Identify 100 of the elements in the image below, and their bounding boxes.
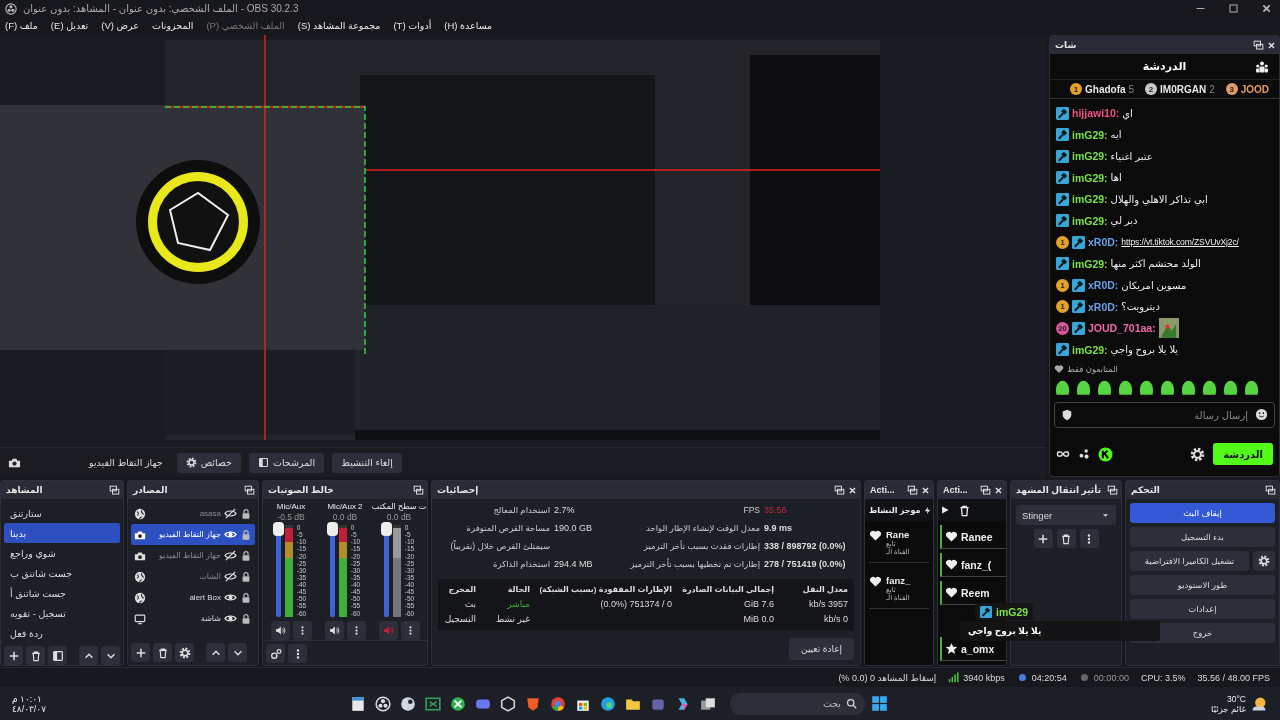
message-text: ايه — [1110, 129, 1122, 141]
table-cell-text: 0 kb/s — [822, 614, 848, 624]
leader-count: 5 — [1128, 83, 1135, 95]
table-cell-text: 7.6 GiB — [742, 599, 774, 609]
channel-name: Mic/Aux — [276, 502, 306, 511]
stat-value: 338 / 898792 (0.0%) — [764, 540, 846, 553]
clock-time: ١٠:٠١ م — [12, 693, 42, 704]
source-name: asasa — [198, 509, 221, 518]
message-text: اي — [1122, 107, 1133, 119]
scene-item[interactable]: تسجيل - تقويه — [4, 603, 120, 623]
menu-item[interactable]: أدوات (T) — [393, 19, 432, 31]
message-text: ديترويت؟ — [1121, 301, 1160, 313]
toolbar-button[interactable]: إلغاء التنشيط — [332, 452, 402, 473]
alert-name: Ranee — [961, 530, 993, 543]
selected-source-name: جهاز التقاط الفيديو — [89, 457, 163, 468]
source-item[interactable]: asasa — [131, 503, 255, 524]
volume-reading: 0.0 dB — [332, 512, 358, 522]
message-field[interactable]: إرسال رسالة — [1054, 402, 1275, 428]
transition-dropdown[interactable]: Stinger — [1016, 505, 1116, 525]
control-button[interactable]: تشغيل الكاميرا الافتراضية — [1130, 551, 1249, 571]
message-text: ابي تذاكر الاهلي والهلال — [1110, 193, 1208, 205]
message-text: مسوين امريكان — [1121, 279, 1187, 291]
stat-label: FPS — [742, 504, 760, 517]
chat-username[interactable]: imG29: — [1072, 343, 1108, 356]
menu-item[interactable]: ملف (F) — [5, 19, 38, 31]
stat-value: 278 / 751419 (0.0%) — [764, 558, 846, 571]
control-button[interactable]: إعدادات — [1130, 599, 1275, 619]
scene-item[interactable]: بدينا — [4, 523, 120, 543]
chat-username[interactable]: xR0D: — [1088, 300, 1119, 313]
leader-name: IM0RGAN — [1160, 83, 1207, 95]
dock-title: المصادر — [133, 485, 169, 495]
source-name: جهاز التقاط الفيديو — [157, 551, 221, 560]
chat-title: الدردشة — [1142, 60, 1187, 73]
column-header: معدل النقل — [801, 585, 848, 594]
leader-count: 2 — [1209, 83, 1215, 95]
control-button[interactable]: إيقاف البث — [1130, 503, 1275, 523]
chat-username[interactable]: imG29: — [1072, 193, 1108, 206]
control-button[interactable]: طور الاستوديو — [1130, 575, 1275, 595]
dock-title: إحصائيات — [437, 485, 480, 495]
menu-item[interactable]: مساعدة (H) — [444, 19, 493, 31]
scene-item[interactable]: جست شاتنق أ — [4, 583, 120, 603]
source-item[interactable]: جهاز التقاط الفيديو — [131, 545, 255, 566]
properties-button[interactable]: خصائص — [176, 452, 241, 473]
table-cell: التسجيل — [444, 614, 476, 624]
chat-username[interactable]: xR0D: — [1088, 279, 1119, 292]
message-text: يلا يلا بروح واجي — [1110, 344, 1179, 356]
message-text: دبر لي — [1110, 215, 1138, 227]
scene-item[interactable]: شوي وراجع — [4, 543, 120, 563]
dock-title: شات — [1055, 40, 1078, 50]
stat-value: 9.9 ms — [764, 522, 793, 535]
channel-name: Mic/Aux 2 — [327, 502, 363, 511]
chat-username[interactable]: hijjawi10: — [1072, 107, 1120, 120]
chat-username[interactable]: xR0D: — [1088, 236, 1119, 249]
followers-only-label: المتابعون فقط — [1067, 364, 1118, 374]
stat-label: سيمتلئ القرص خلال (تقريباً) — [449, 540, 550, 553]
source-item[interactable]: شاشة — [131, 608, 255, 629]
source-item[interactable]: الشات — [131, 566, 255, 587]
stat-label: إطارات فقدت بسبب تأخر الترميز — [642, 540, 760, 553]
source-item[interactable]: جهاز التقاط الفيديو — [131, 524, 255, 545]
popup-username: imG29 — [975, 603, 1034, 620]
stat-value: 190.0 GB — [554, 522, 593, 535]
window-title: الملف الشخصي: بدون عنوان - المشاهد: بدون عنوان - OBS 30.2.3 — [23, 3, 300, 14]
alert-name: a_omx — [961, 642, 995, 655]
dock-title: التحكم — [1131, 485, 1161, 495]
chat-username[interactable]: imG29: — [1072, 171, 1108, 184]
column-header: الحالة — [506, 585, 530, 594]
chat-button[interactable]: الدردشة — [1213, 443, 1273, 465]
search-field[interactable]: بحث — [730, 692, 865, 715]
table-cell-text: 0 / 751374 (0.0%) — [599, 599, 672, 609]
chat-username[interactable]: imG29: — [1072, 257, 1108, 270]
message-text: اها — [1110, 172, 1122, 184]
filters-button[interactable]: المرشحات — [248, 452, 325, 473]
table-cell-text: مباشر — [506, 599, 530, 609]
alert-name: fanz_( — [961, 558, 992, 571]
source-name: شاشة — [199, 614, 221, 623]
stat-value: 35.56 — [764, 504, 787, 517]
feed-title: موجز النشاط — [869, 505, 921, 515]
chat-username[interactable]: imG29: — [1072, 128, 1108, 141]
reset-button[interactable]: إعادة تعيين — [789, 638, 854, 660]
status-text: إسقاط المشاهد 0 (0.0 %) — [838, 672, 937, 683]
menu-item[interactable]: المحزونات — [151, 19, 194, 31]
rank-badge: 1 — [1070, 83, 1082, 95]
chat-username[interactable]: JOUD_701aa: — [1088, 322, 1156, 335]
stat-value: 2.7% — [554, 504, 575, 517]
rank-badge: 3 — [1225, 83, 1238, 95]
source-name: جهاز التقاط الفيديو — [157, 530, 221, 539]
message-text: الولد محتشم اكثر منها — [1110, 258, 1201, 270]
menu-item[interactable]: تعديل (E) — [50, 19, 89, 31]
source-name: alert Box — [188, 593, 221, 602]
chat-username[interactable]: imG29: — [1072, 214, 1108, 227]
scene-item[interactable]: ردة فعل — [4, 623, 120, 643]
message-link[interactable]: https://vt.tiktok.com/ZSVUvXj2c/ — [1121, 237, 1239, 248]
source-item[interactable]: alert Box — [131, 587, 255, 608]
control-button[interactable]: بدء التسجيل — [1130, 527, 1275, 547]
menu-item[interactable]: مجموعة المشاهد (S) — [297, 19, 381, 31]
menu-item[interactable]: عرض (V) — [101, 19, 139, 31]
scene-item[interactable]: جست شاتنق ب — [4, 563, 120, 583]
scene-item[interactable]: ستارتنق — [4, 503, 120, 523]
temperature: 30°C — [1227, 693, 1246, 704]
chat-username[interactable]: imG29: — [1072, 150, 1108, 163]
